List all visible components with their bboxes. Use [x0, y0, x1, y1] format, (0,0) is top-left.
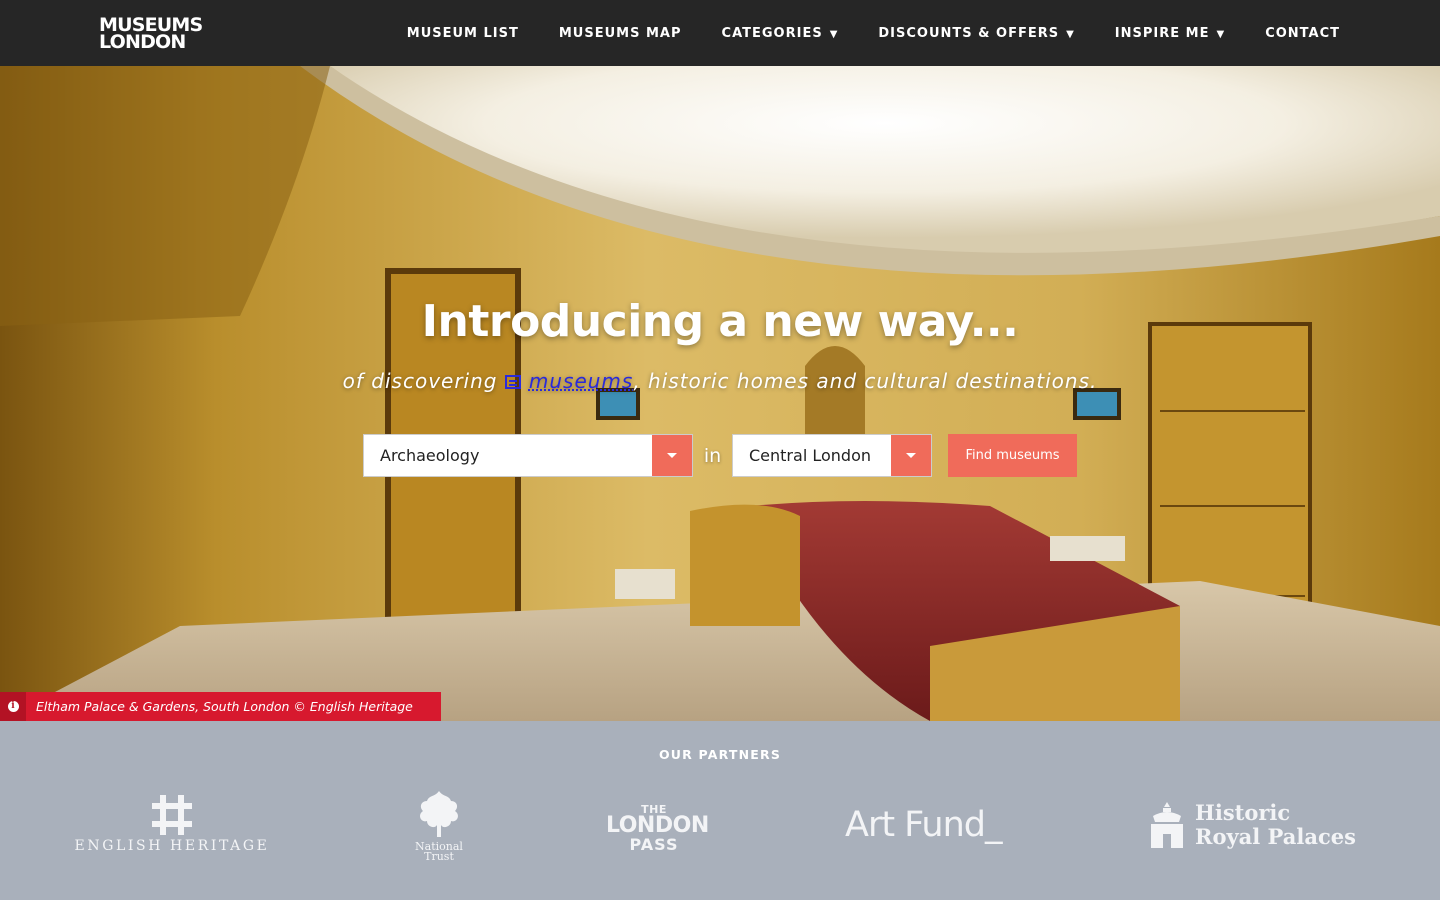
partner-art-fund[interactable]: Art Fund_ [845, 805, 1002, 845]
nav-label: CONTACT [1265, 25, 1340, 41]
nav-contact[interactable]: CONTACT [1245, 26, 1340, 41]
hero-title: Introducing a new way... [421, 296, 1019, 347]
partner-historic-royal-palaces[interactable]: Historic Royal Palaces [1147, 801, 1356, 849]
nav-museum-list[interactable]: MUSEUM LIST [387, 26, 539, 41]
logo-line-2: LONDON [99, 31, 186, 53]
nav-label: INSPIRE ME [1114, 25, 1210, 41]
hero-background-image [0, 66, 1440, 721]
london-pass-line-2: LONDON [606, 813, 709, 838]
find-museums-button[interactable]: Find museums [948, 434, 1077, 477]
category-select[interactable]: Archaeology [363, 434, 693, 477]
location-select[interactable]: Central London [732, 434, 932, 477]
hero-subtitle: of discovering museums, historic homes a… [0, 369, 1440, 393]
subtitle-suffix: , historic homes and cultural destinatio… [633, 369, 1098, 393]
chevron-down-icon[interactable] [652, 435, 692, 476]
museums-london-logo[interactable]: MUSEUMS LONDON [99, 16, 203, 53]
english-heritage-name: ENGLISH HERITAGE [74, 838, 270, 854]
caption-text: Eltham Palace & Gardens, South London © … [36, 699, 413, 714]
museum-search-form: Archaeology in Central London Find museu… [363, 434, 1077, 477]
crown-building-icon [1151, 802, 1183, 848]
caret-down-icon: ▼ [1066, 28, 1075, 40]
nav-label: CATEGORIES [721, 25, 823, 41]
partner-national-trust[interactable]: National Trust [412, 789, 466, 863]
nav-label: MUSEUM LIST [406, 25, 519, 41]
subtitle-prefix: of discovering [342, 369, 498, 393]
nav-label: DISCOUNTS & OFFERS [878, 25, 1060, 41]
oak-leaf-icon [420, 791, 458, 837]
hrp-line-1: Historic [1195, 800, 1291, 825]
museums-link[interactable]: museums [529, 369, 633, 393]
nav-museums-map[interactable]: MUSEUMS MAP [539, 26, 702, 41]
nav-inspire-me[interactable]: INSPIRE ME ▼ [1095, 26, 1245, 41]
museum-link-icon [504, 375, 521, 389]
london-pass-line-3: PASS [629, 835, 679, 854]
hero-banner: Introducing a new way... of discovering … [0, 66, 1440, 721]
category-select-value: Archaeology [380, 446, 480, 465]
hero-content: Introducing a new way... of discovering … [0, 296, 1440, 393]
partner-london-pass[interactable]: THE LONDON PASS [606, 804, 709, 854]
in-label: in [703, 444, 722, 467]
english-heritage-logo-icon [152, 795, 192, 835]
nav-categories[interactable]: CATEGORIES ▼ [702, 26, 859, 41]
nav-discounts-offers[interactable]: DISCOUNTS & OFFERS ▼ [858, 26, 1094, 41]
info-icon: i [7, 701, 19, 712]
partners-heading: OUR PARTNERS [658, 747, 782, 762]
chevron-down-icon[interactable] [891, 435, 931, 476]
nav-label: MUSEUMS MAP [558, 25, 682, 41]
top-navigation: MUSEUMS LONDON MUSEUM LIST MUSEUMS MAP C… [0, 0, 1440, 66]
partner-english-heritage[interactable]: ENGLISH HERITAGE [72, 795, 272, 854]
caret-down-icon: ▼ [1216, 28, 1226, 40]
main-menu: MUSEUM LIST MUSEUMS MAP CATEGORIES ▼ DISC… [387, 0, 1340, 66]
info-icon-box[interactable]: i [0, 692, 26, 721]
partners-section: OUR PARTNERS ENGLISH HERITAGE National T… [0, 721, 1440, 900]
location-select-value: Central London [749, 446, 871, 465]
image-caption: i Eltham Palace & Gardens, South London … [0, 692, 441, 721]
hrp-line-2: Royal Palaces [1195, 824, 1356, 849]
caret-down-icon: ▼ [829, 28, 839, 40]
